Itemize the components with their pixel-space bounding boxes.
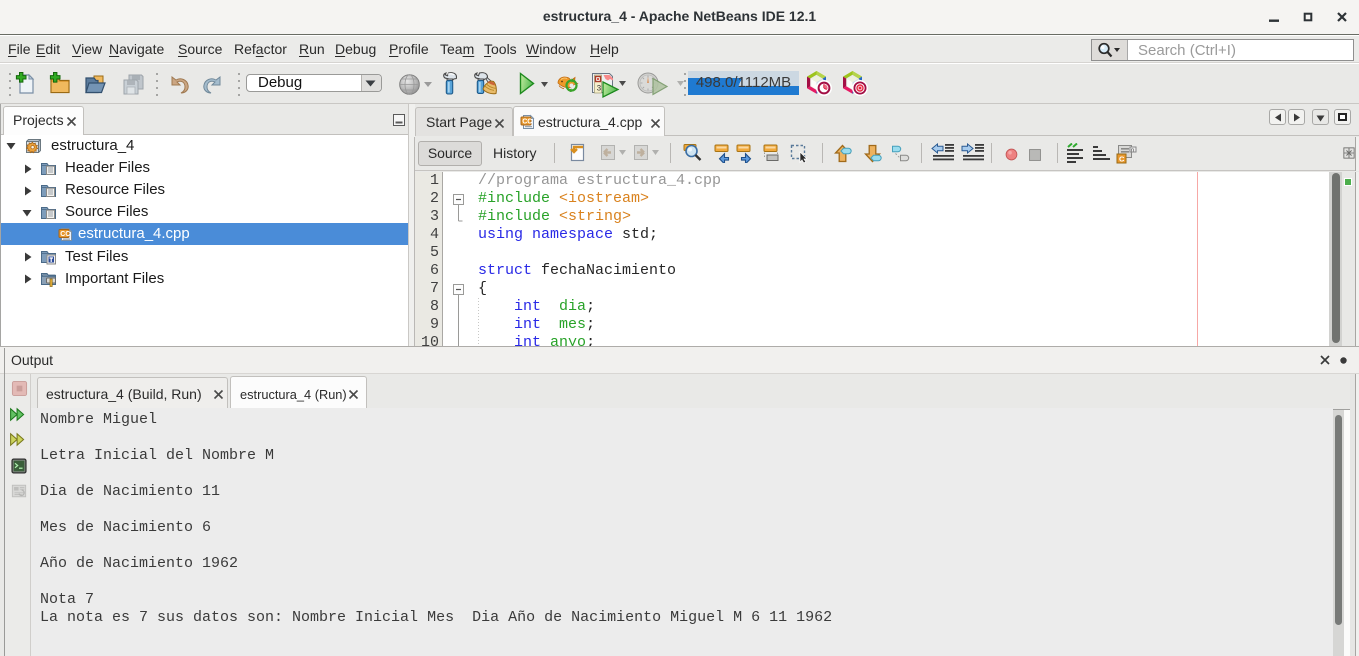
svg-text:3: 3	[597, 85, 602, 94]
svg-text:n: n	[1131, 148, 1134, 154]
svg-text:CC: CC	[60, 231, 70, 238]
svg-text:CC: CC	[522, 119, 532, 126]
svg-text:C: C	[1119, 154, 1125, 163]
